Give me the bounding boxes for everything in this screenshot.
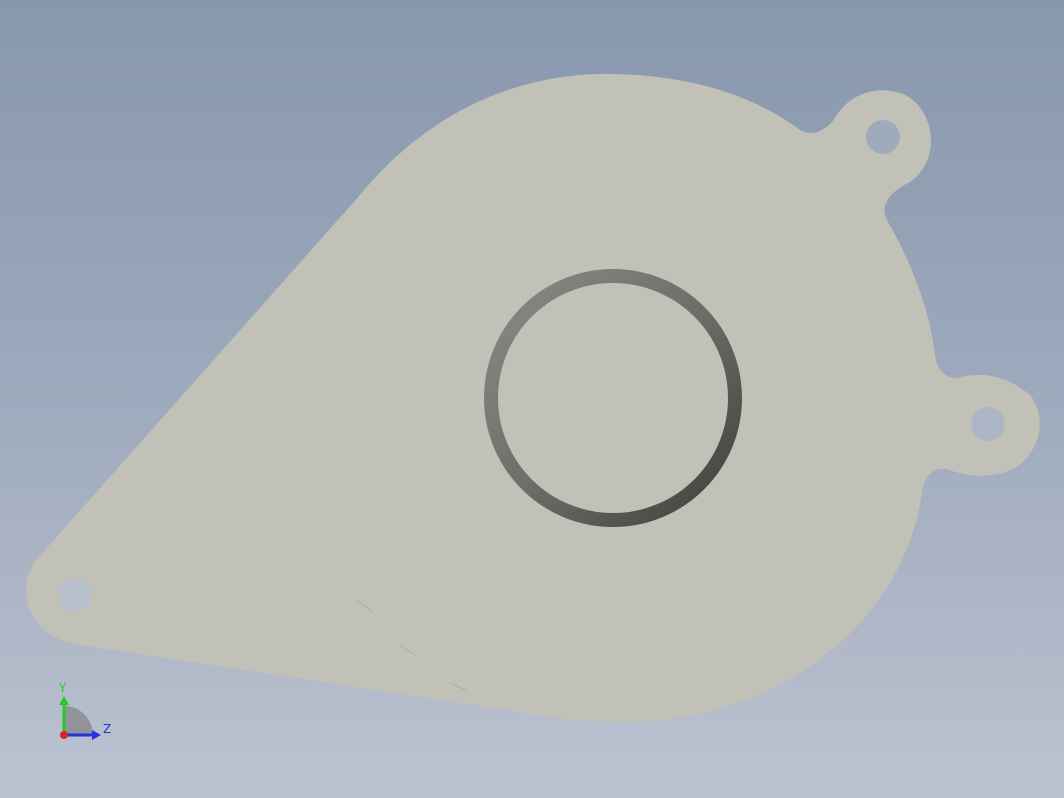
flange-plate-model[interactable]	[0, 0, 1064, 798]
mounting-hole-left[interactable]	[58, 578, 92, 612]
z-axis-label: Z	[103, 722, 111, 736]
y-axis-label: Y	[58, 681, 67, 695]
x-axis-dot	[60, 731, 68, 739]
mounting-hole-top-right[interactable]	[866, 120, 900, 154]
orientation-triad[interactable]: Y Z	[48, 676, 118, 746]
mounting-hole-right[interactable]	[971, 407, 1005, 441]
triad-quarter-disc	[64, 706, 93, 735]
3d-viewport[interactable]: Y Z	[0, 0, 1064, 798]
y-axis-arrow	[59, 696, 69, 705]
plate-face[interactable]	[25, 73, 1040, 723]
z-axis-arrow	[92, 730, 101, 740]
